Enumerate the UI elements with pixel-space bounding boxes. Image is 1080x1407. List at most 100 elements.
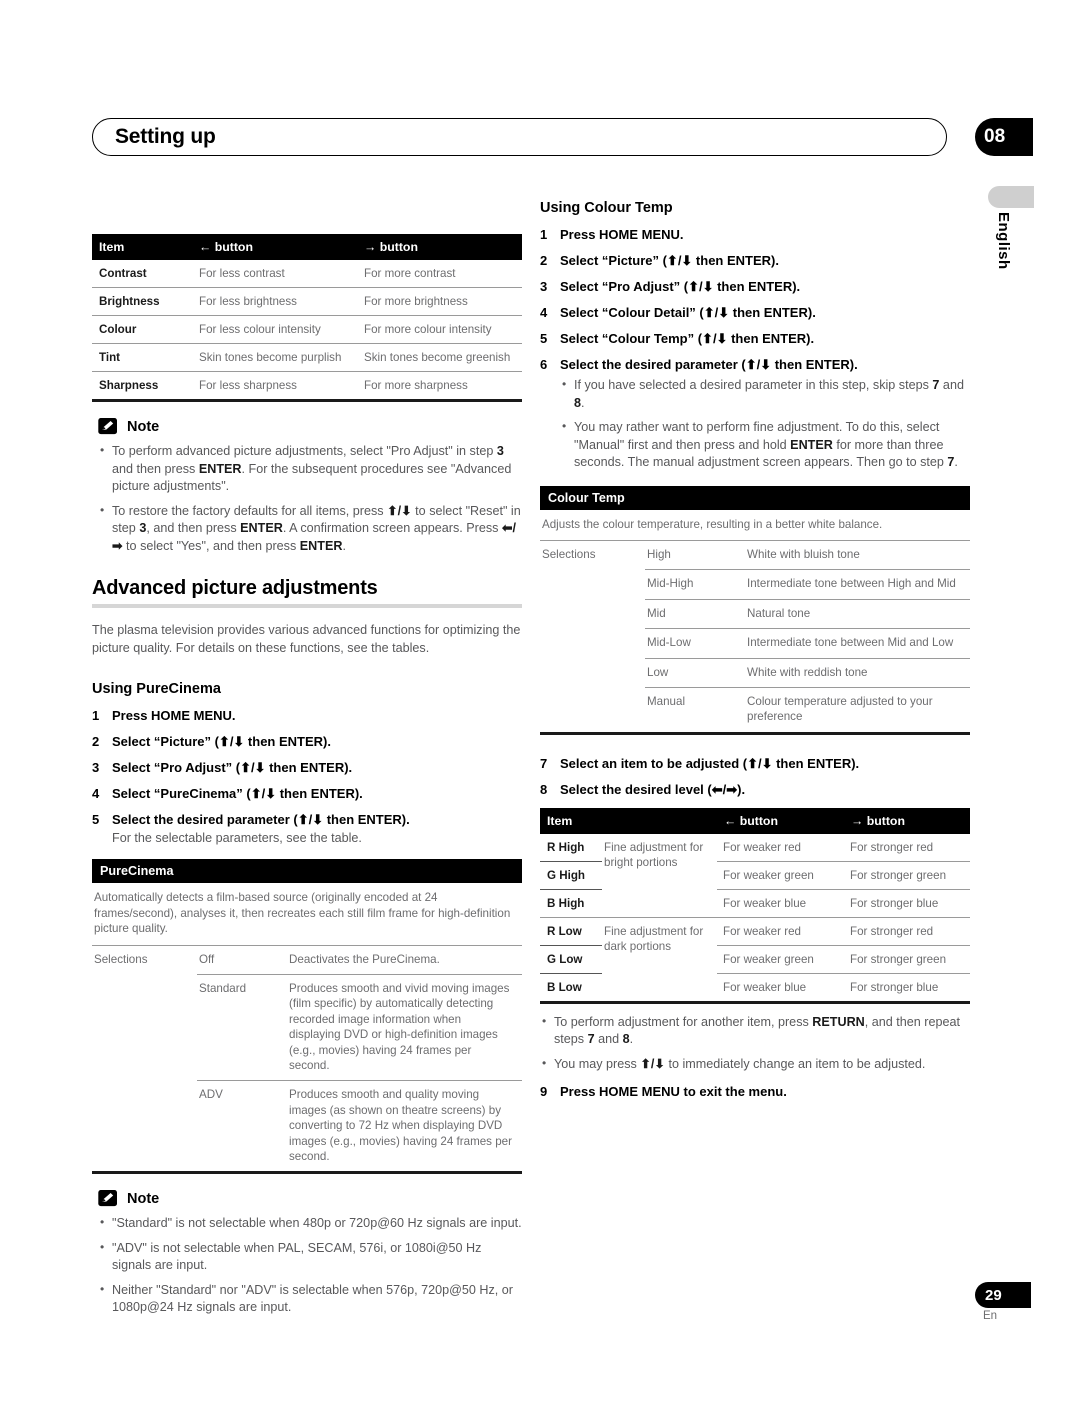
cell-right: For more sharpness xyxy=(357,371,522,399)
cell-item: Contrast xyxy=(99,267,147,280)
cell-description: Colour temperature adjusted to your pref… xyxy=(745,687,970,732)
colour-temp-title: Using Colour Temp xyxy=(540,200,673,216)
table-bottom-rule xyxy=(92,1171,522,1175)
col-header-left-button: ← button xyxy=(717,807,844,834)
step6-bullet: You may rather want to perform fine adju… xyxy=(560,418,970,472)
cell-option: Manual xyxy=(645,687,745,732)
cell-fine-adjustment: Fine adjustment for dark portions xyxy=(602,916,717,1001)
cell-right: For stronger blue xyxy=(844,888,970,918)
note-bullet: "ADV" is not selectable when PAL, SECAM,… xyxy=(98,1239,522,1275)
left-column: Item ← button → button Contrast For less… xyxy=(92,230,522,1324)
cell-fine-adjustment: Fine adjustment for bright portions xyxy=(604,840,704,869)
step-text: Select “Colour Detail” (⬆/⬇ then ENTER). xyxy=(560,305,816,320)
step-text: Select “Picture” (⬆/⬇ then ENTER). xyxy=(112,734,331,749)
page-number-badge: 29 xyxy=(975,1282,1031,1308)
step-item: 4 Select “PureCinema” (⬆/⬇ then ENTER). xyxy=(92,785,522,802)
cell-right: For stronger green xyxy=(844,860,970,890)
note-bullet: To perform advanced picture adjustments,… xyxy=(98,442,522,496)
step-item: 2 Select “Picture” (⬆/⬇ then ENTER). xyxy=(92,733,522,750)
final-bullet: You may press ⬆/⬇ to immediately change … xyxy=(540,1055,970,1074)
cell-left: For less contrast xyxy=(199,267,285,280)
cell-description: White with reddish tone xyxy=(745,657,970,688)
cell-left: For weaker blue xyxy=(717,972,844,1001)
note-label: Note xyxy=(127,1190,160,1207)
cell-right: For stronger green xyxy=(844,944,970,974)
cell-left: For weaker blue xyxy=(717,888,844,918)
picture-items-table-wrap: Item ← button → button Contrast For less… xyxy=(92,234,522,402)
page-header: Setting up xyxy=(92,118,947,156)
step-number: 2 xyxy=(92,734,100,749)
cell-right: For more colour intensity xyxy=(357,315,522,344)
step-number: 7 xyxy=(540,755,548,771)
cell-description: Natural tone xyxy=(745,598,970,629)
col-header-item: Item xyxy=(92,234,192,260)
table-header-row: Item ← button → button xyxy=(92,234,522,260)
step-number: 9 xyxy=(540,1084,548,1100)
cell-option: Low xyxy=(645,657,745,688)
step-number: 4 xyxy=(92,786,100,801)
cell-description: Intermediate tone between Mid and Low xyxy=(745,628,970,659)
step-item: 9 Press HOME MENU to exit the menu. xyxy=(540,1083,970,1100)
step-item: 5 Select “Colour Temp” (⬆/⬇ then ENTER). xyxy=(540,330,970,347)
cell-item: G Low xyxy=(540,944,602,974)
step-number: 3 xyxy=(92,760,100,775)
note-label: Note xyxy=(127,418,160,435)
cell-description: Deactivates the PureCinema. xyxy=(287,944,522,975)
step6-bullet: If you have selected a desired parameter… xyxy=(560,376,970,412)
step-text: Select “Colour Temp” (⬆/⬇ then ENTER). xyxy=(560,331,815,346)
selections-label: Selections xyxy=(540,539,645,732)
step-item: 2 Select “Picture” (⬆/⬇ then ENTER). xyxy=(540,252,970,269)
cell-left: For weaker green xyxy=(717,944,844,974)
cell-option: Mid xyxy=(645,598,745,629)
col-header-left-button: ← button xyxy=(192,234,357,260)
purecinema-title: Using PureCinema xyxy=(92,681,221,697)
cell-description: Produces smooth and quality moving image… xyxy=(287,1080,522,1172)
picture-items-table-body: Contrast For less contrast For more cont… xyxy=(92,260,522,399)
step-number: 3 xyxy=(540,279,548,294)
cell-right: For stronger red xyxy=(844,916,970,946)
advanced-section-title: Advanced picture adjustments xyxy=(92,577,378,599)
pencil-note-icon xyxy=(98,1190,117,1207)
step-item: 8 Select the desired level (⬅/➡). xyxy=(540,781,970,798)
colour-temp-table-intro: Adjusts the colour temperature, resultin… xyxy=(542,517,883,531)
table-row: Selections Off Deactivates the PureCinem… xyxy=(92,944,522,1172)
cell-right: For more brightness xyxy=(357,287,522,316)
cell-option: Mid-Low xyxy=(645,628,745,659)
step-item: 5 Select the desired parameter (⬆/⬇ then… xyxy=(92,811,522,828)
cell-right: Skin tones become greenish xyxy=(357,343,522,372)
cell-item: Colour xyxy=(92,315,192,344)
table-row: Sharpness For less sharpness For more sh… xyxy=(92,371,522,399)
cell-item: B High xyxy=(540,888,602,918)
cell-item: G High xyxy=(540,860,602,890)
header-pill: Setting up xyxy=(92,118,947,156)
final-bullet: To perform adjustment for another item, … xyxy=(540,1013,970,1049)
step-number: 4 xyxy=(540,305,548,320)
rgb-adjust-table: Item ← button → button R High Fine adjus… xyxy=(540,807,970,1001)
note-bullet: To restore the factory defaults for all … xyxy=(98,502,522,556)
cell-right: For stronger red xyxy=(850,840,934,854)
table-bottom-rule xyxy=(540,731,970,735)
step-number: 1 xyxy=(92,708,100,723)
advanced-section: Advanced picture adjustments The plasma … xyxy=(92,577,522,657)
step-item: 1 Press HOME MENU. xyxy=(540,226,970,243)
cell-left: For weaker green xyxy=(717,860,844,890)
step-item: 4 Select “Colour Detail” (⬆/⬇ then ENTER… xyxy=(540,304,970,321)
purecinema-section: Using PureCinema 1 Press HOME MENU. 2 Se… xyxy=(92,681,522,847)
step-text: Select the desired parameter (⬆/⬇ then E… xyxy=(560,357,858,372)
step-item: 6 Select the desired parameter (⬆/⬇ then… xyxy=(540,356,970,373)
cell-option: Off xyxy=(197,944,287,975)
table-row: R Low Fine adjustment for dark portions … xyxy=(540,916,970,1001)
colour-temp-selections-table: Selections High White with bluish tone M… xyxy=(540,539,970,732)
picture-items-table: Item ← button → button Contrast For less… xyxy=(92,234,522,399)
col-header-blank xyxy=(602,807,717,834)
step-text: Select the desired parameter (⬆/⬇ then E… xyxy=(112,812,410,827)
language-tab-marker xyxy=(988,186,1034,208)
step-item: 7 Select an item to be adjusted (⬆/⬇ the… xyxy=(540,755,970,772)
cell-right: For more contrast xyxy=(364,267,456,280)
table-row: Selections High White with bluish tone xyxy=(540,539,970,732)
note-heading: Note xyxy=(98,1190,522,1207)
cell-item: R High xyxy=(547,840,585,854)
step-number: 6 xyxy=(540,357,548,372)
step-text: Press HOME MENU. xyxy=(112,708,236,723)
step-text: Select an item to be adjusted (⬆/⬇ then … xyxy=(560,755,860,771)
